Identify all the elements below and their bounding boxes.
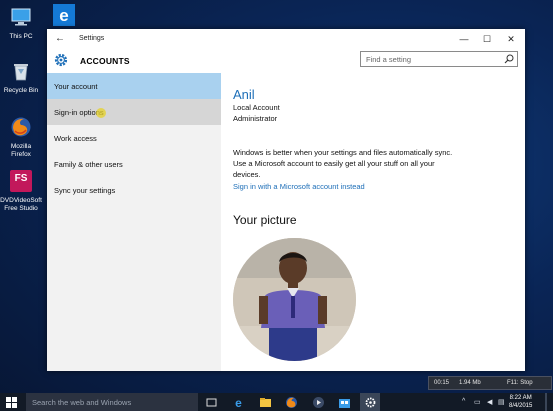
store-icon[interactable] bbox=[338, 396, 351, 409]
maximize-button[interactable]: ☐ bbox=[477, 32, 497, 46]
sync-description-line: Use a Microsoft account to easily get al… bbox=[233, 159, 435, 168]
account-content: Anil Local Account Administrator Windows… bbox=[221, 73, 525, 371]
recycle-bin-icon bbox=[14, 64, 28, 81]
settings-gear-taskbar-icon bbox=[365, 397, 376, 408]
recorder-status-bar: 00:15 1.94 Mb F11: Stop bbox=[428, 376, 552, 390]
sidebar-item-sign-in-options[interactable]: Sign-in options bbox=[47, 99, 221, 125]
edge-icon: e bbox=[53, 4, 75, 26]
network-icon[interactable]: ▭ bbox=[474, 398, 481, 406]
search-input[interactable] bbox=[366, 53, 504, 65]
minimize-button[interactable]: — bbox=[454, 32, 474, 46]
settings-taskbar-active[interactable] bbox=[360, 393, 380, 411]
show-desktop-strip[interactable] bbox=[545, 393, 547, 411]
sidebar-item-sync-settings[interactable]: Sync your settings bbox=[47, 177, 221, 203]
windows-start-icon[interactable] bbox=[6, 397, 17, 408]
desktop-icon-label: Recycle Bin bbox=[3, 87, 39, 94]
sidebar-item-label: Work access bbox=[54, 134, 97, 143]
sidebar-item-your-account[interactable]: Your account bbox=[47, 73, 221, 99]
svg-text:e: e bbox=[59, 6, 68, 25]
title-bar[interactable]: ← Settings — ☐ ✕ bbox=[47, 29, 525, 49]
user-name: Anil bbox=[233, 87, 255, 102]
free-studio-glyph: FS bbox=[14, 173, 28, 184]
edge-taskbar-icon[interactable]: e bbox=[232, 396, 245, 409]
svg-text:e: e bbox=[235, 396, 242, 409]
file-explorer-icon[interactable] bbox=[259, 396, 272, 409]
sidebar-item-family-other-users[interactable]: Family & other users bbox=[47, 151, 221, 177]
monitor-icon bbox=[11, 8, 31, 26]
taskbar-search-placeholder: Search the web and Windows bbox=[32, 398, 132, 407]
media-player-icon[interactable] bbox=[312, 396, 325, 409]
close-button[interactable]: ✕ bbox=[501, 32, 521, 46]
sidebar-item-work-access[interactable]: Work access bbox=[47, 125, 221, 151]
recorder-size: 1.94 Mb bbox=[459, 380, 481, 386]
your-picture-heading: Your picture bbox=[233, 213, 297, 227]
section-title: ACCOUNTS bbox=[80, 56, 130, 66]
recorder-hint: F11: Stop bbox=[507, 380, 533, 386]
sync-description: Windows is better when your settings and… bbox=[233, 147, 493, 180]
firefox-desktop-icon[interactable]: Mozilla Firefox bbox=[0, 116, 45, 159]
taskbar-search[interactable]: Search the web and Windows bbox=[26, 393, 198, 411]
sidebar: Your account Sign-in options Work access… bbox=[47, 73, 221, 371]
firefox-icon bbox=[11, 117, 31, 137]
cursor-highlight bbox=[96, 108, 106, 118]
desktop-icon-label: Firefox bbox=[11, 151, 31, 158]
desktop-icon-label: This PC bbox=[9, 33, 33, 40]
volume-icon[interactable]: ◀ bbox=[487, 398, 492, 406]
microsoft-account-link[interactable]: Sign in with a Microsoft account instead bbox=[233, 182, 365, 191]
clock-date: 8/4/2015 bbox=[509, 403, 533, 409]
desktop-icon-label: Free Studio bbox=[4, 205, 38, 212]
desktop-icon-label: DVDVideoSoft bbox=[0, 197, 42, 204]
sync-description-line: Windows is better when your settings and… bbox=[233, 148, 453, 157]
back-arrow-icon[interactable]: ← bbox=[55, 33, 65, 44]
desktop-icon-label: Mozilla bbox=[10, 143, 32, 150]
dvdvideosoft-desktop-icon[interactable]: FS DVDVideoSoft Free Studio bbox=[0, 170, 45, 213]
account-type: Local Account bbox=[233, 103, 280, 112]
search-icon[interactable] bbox=[504, 54, 514, 64]
task-view-icon[interactable] bbox=[205, 396, 218, 409]
firefox-taskbar-icon[interactable] bbox=[285, 396, 298, 409]
search-box[interactable] bbox=[360, 51, 518, 67]
account-role: Administrator bbox=[233, 114, 278, 123]
sync-description-line: devices. bbox=[233, 170, 261, 179]
sidebar-item-label: Family & other users bbox=[54, 160, 123, 169]
taskbar: Search the web and Windows e ^ ▭ ◀ ▤ 8:2… bbox=[0, 393, 553, 411]
profile-picture[interactable] bbox=[233, 238, 356, 361]
settings-window: ← Settings — ☐ ✕ ACCOUNTS Your account S… bbox=[47, 29, 525, 371]
clock[interactable]: 8:22 AM 8/4/2015 bbox=[509, 394, 532, 410]
tray-chevron-icon[interactable]: ^ bbox=[462, 398, 465, 405]
profile-photo-image bbox=[233, 238, 356, 361]
recorder-time: 00:15 bbox=[434, 380, 450, 386]
clock-time: 8:22 AM bbox=[509, 395, 532, 401]
settings-header: ACCOUNTS bbox=[47, 49, 525, 73]
edge-desktop-icon[interactable]: e bbox=[40, 4, 88, 31]
gear-icon bbox=[54, 53, 68, 67]
notifications-icon[interactable]: ▤ bbox=[498, 398, 505, 406]
recycle-bin-desktop-icon[interactable]: Recycle Bin bbox=[0, 60, 45, 95]
sidebar-item-label: Your account bbox=[54, 82, 98, 91]
sidebar-item-label: Sync your settings bbox=[54, 186, 116, 195]
this-pc-desktop-icon[interactable]: This PC bbox=[0, 6, 45, 41]
window-title: Settings bbox=[79, 35, 105, 42]
